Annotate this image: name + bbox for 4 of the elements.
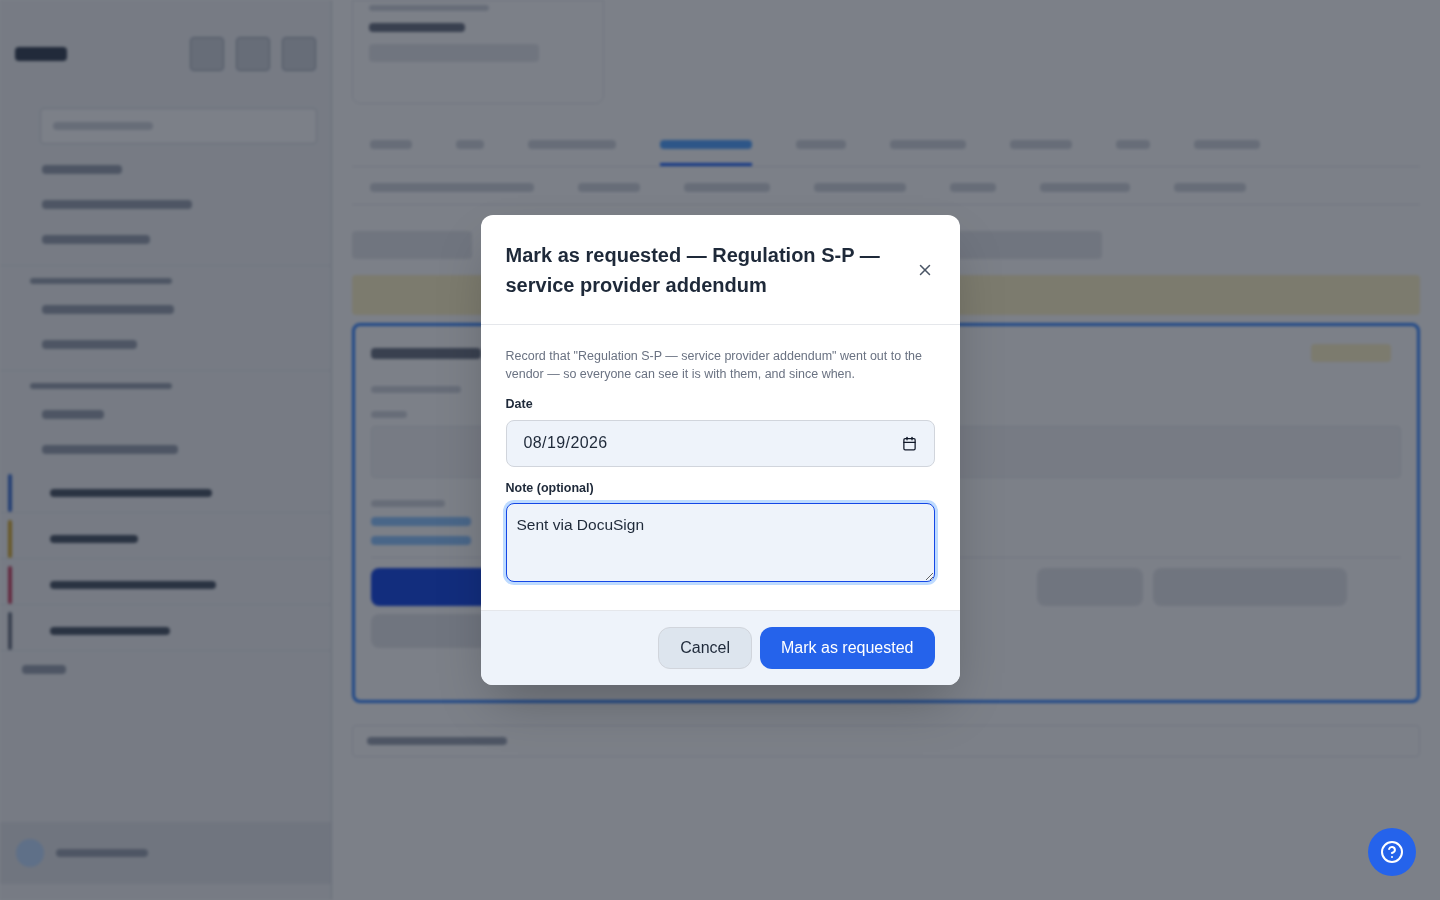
date-label: Date (505, 395, 534, 413)
note-label: Note (optional) (505, 479, 595, 497)
dialog-title: Mark as requested — Regulation S-P — service provider addendum (505, 242, 881, 298)
dialog-description: Record that "Regulation S-P — service provider addendum" went out to the vendor — so everyone can see it is with them, and since when. (505, 347, 923, 383)
